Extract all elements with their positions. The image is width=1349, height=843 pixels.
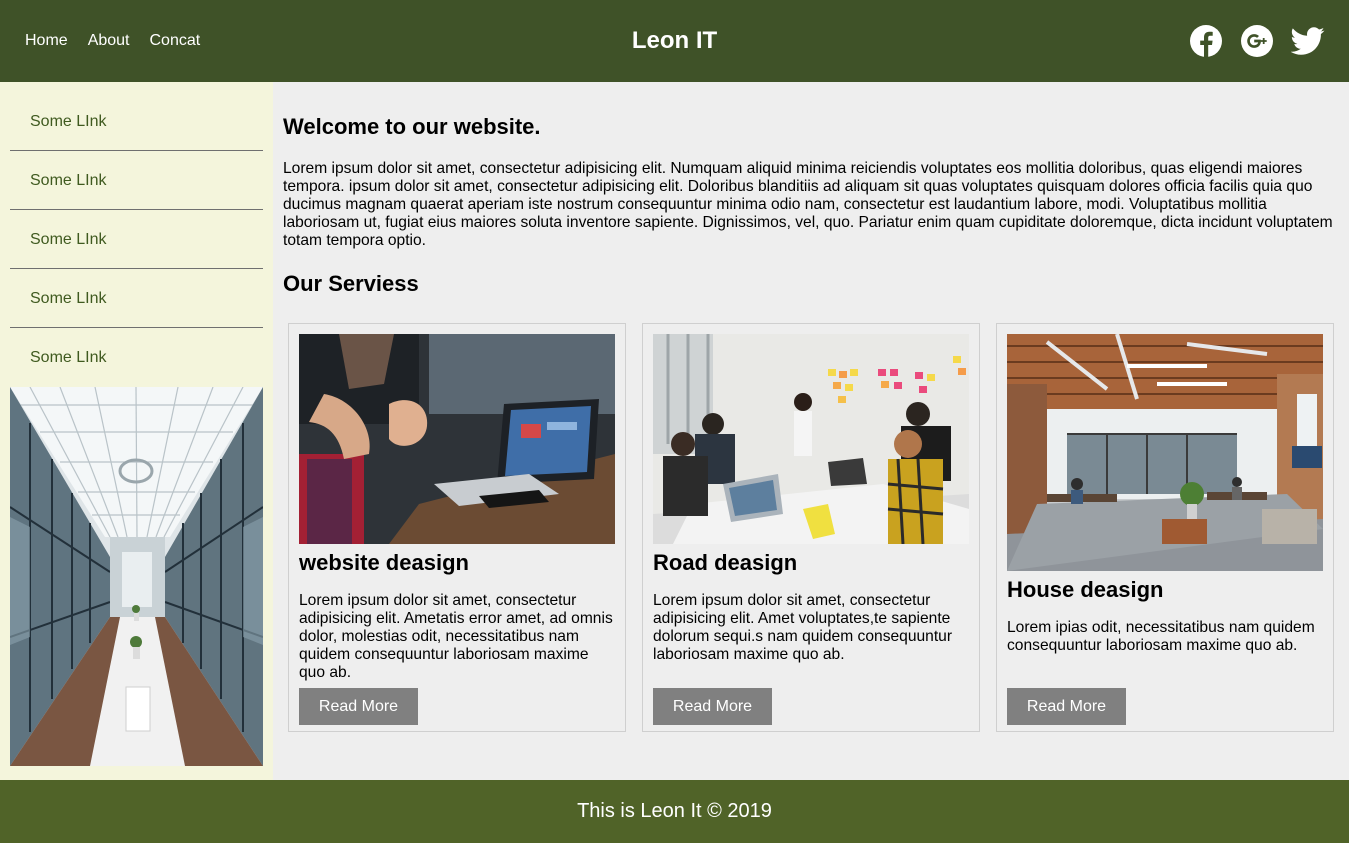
services-heading: Our Serviess [283, 271, 419, 296]
facebook-icon[interactable] [1189, 24, 1223, 58]
sidebar-link-5[interactable]: Some LInk [10, 328, 263, 387]
site-footer: This is Leon It © 2019 [0, 780, 1349, 843]
twitter-icon[interactable] [1290, 24, 1325, 58]
service-title: Road deasign [653, 550, 798, 575]
google-plus-icon[interactable] [1240, 24, 1274, 58]
site-brand: Leon IT [631, 27, 718, 54]
service-photo-laptops [299, 334, 615, 544]
service-description: Lorem ipias odit, necessitatibus nam qui… [1007, 619, 1315, 654]
sidebar-link-label[interactable]: Some LInk [30, 231, 106, 249]
main-content: Welcome to our website. Lorem ipsum dolo… [273, 82, 1349, 780]
sidebar-link-1[interactable]: Some LInk [10, 92, 263, 151]
service-photo-office [1007, 334, 1323, 571]
sidebar-link-4[interactable]: Some LInk [10, 269, 263, 328]
social-links [1172, 24, 1325, 58]
read-more-button[interactable]: Read More [1007, 688, 1126, 725]
footer-copyright: This is Leon It © 2019 [577, 800, 772, 822]
sidebar-link-label[interactable]: Some LInk [30, 113, 106, 131]
intro-paragraph: Lorem ipsum dolor sit amet, consectetur … [283, 160, 1333, 249]
service-title: website deasign [299, 550, 469, 575]
service-card-website: website deasign Lorem ipsum dolor sit am… [288, 323, 626, 732]
sidebar-link-label[interactable]: Some LInk [30, 290, 106, 308]
sidebar-link-label[interactable]: Some LInk [30, 349, 106, 367]
read-more-button[interactable]: Read More [653, 688, 772, 725]
sidebar-building-photo [10, 387, 263, 766]
service-title: House deasign [1007, 577, 1164, 602]
sidebar: Some LInk Some LInk Some LInk Some LInk … [0, 82, 273, 780]
service-description: Lorem ipsum dolor sit amet, consectetur … [653, 592, 953, 663]
sidebar-link-3[interactable]: Some LInk [10, 210, 263, 269]
service-photo-meeting [653, 334, 969, 544]
service-card-house: House deasign Lorem ipias odit, necessit… [996, 323, 1334, 732]
service-card-road: Road deasign Lorem ipsum dolor sit amet,… [642, 323, 980, 732]
sidebar-link-label[interactable]: Some LInk [30, 172, 106, 190]
site-header: Home About Concat Leon IT [0, 0, 1349, 82]
sidebar-link-2[interactable]: Some LInk [10, 151, 263, 210]
service-description: Lorem ipsum dolor sit amet, consectetur … [299, 592, 613, 681]
read-more-button[interactable]: Read More [299, 688, 418, 725]
welcome-heading: Welcome to our website. [283, 114, 541, 139]
